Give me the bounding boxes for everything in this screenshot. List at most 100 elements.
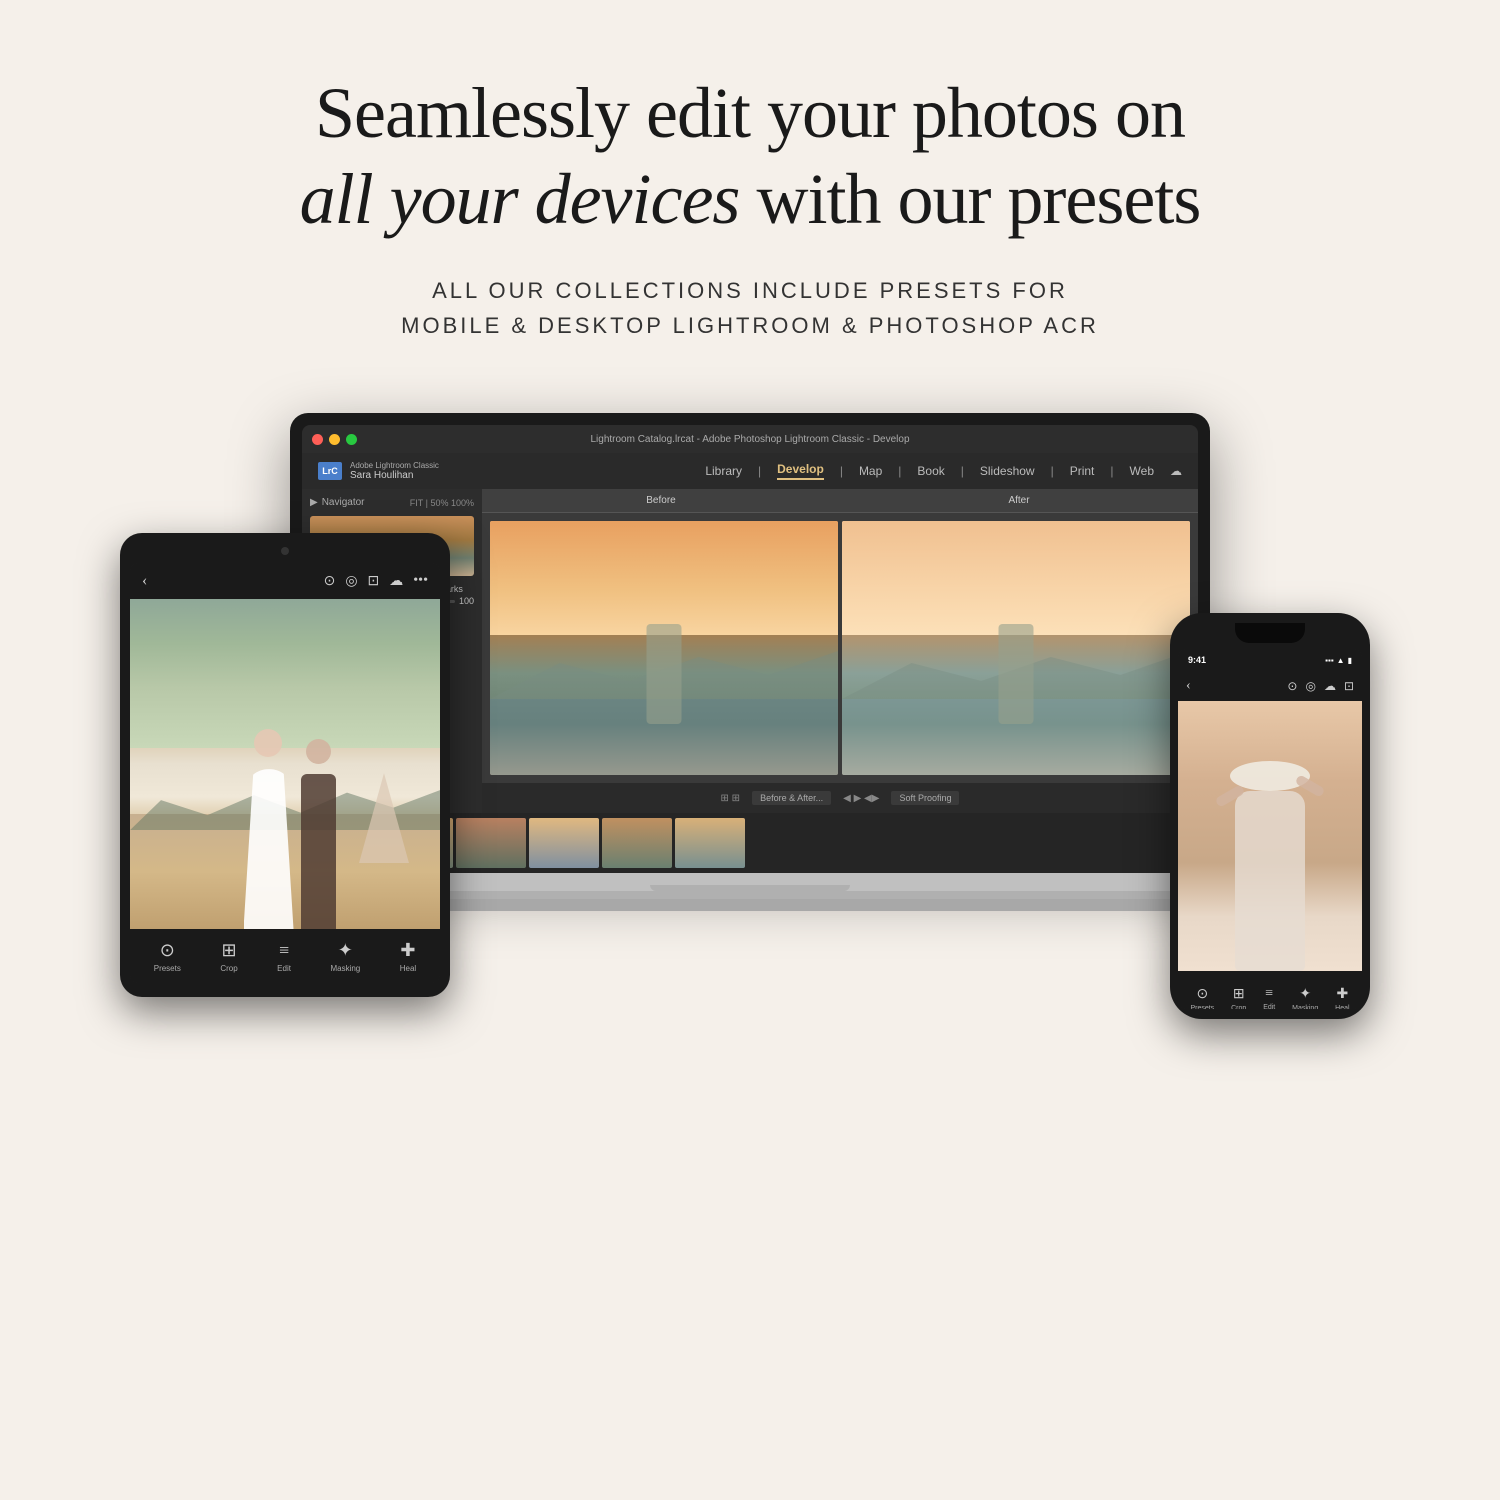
sky-before [490, 521, 838, 635]
laptop-titlebar: Lightroom Catalog.lrcat - Adobe Photosho… [302, 425, 1198, 453]
iphone-tool-crop[interactable]: ⊞ Crop [1231, 986, 1246, 1010]
lr-after-label: After [840, 489, 1198, 513]
lr-nav-develop[interactable]: Develop [777, 462, 824, 480]
iphone-photo-bg [1178, 701, 1362, 971]
ipad-more-icon[interactable]: ••• [413, 573, 428, 589]
groom-suit [301, 774, 336, 929]
lr-photo-before [490, 521, 838, 775]
ipad-app-toolbar: ⊙ Presets ⊞ Crop ≡ Edit ✦ Masking [130, 929, 440, 983]
lr-soft-proofing-btn[interactable]: Soft Proofing [891, 791, 959, 805]
filmstrip-thumb-6[interactable] [675, 818, 745, 868]
headline-section: Seamlessly edit your photos on all your … [300, 0, 1201, 413]
photo-figure-after [999, 624, 1034, 724]
groom-figure [301, 739, 341, 929]
headline-italic: all your devices [300, 159, 740, 239]
iphone-notch-area [1178, 623, 1362, 643]
iphone-top-icon-4[interactable]: ⊡ [1344, 679, 1354, 694]
iphone-screen: 9:41 ▪▪▪ ▲ ▮ ‹ ⊙ ◎ ☁ ⊡ [1178, 649, 1362, 1009]
lr-user: Adobe Lightroom Classic Sara Houlihan [350, 461, 439, 481]
lr-photos-row [482, 513, 1198, 783]
filmstrip-thumb-3[interactable] [456, 818, 526, 868]
ipad-tool-masking[interactable]: ✦ Masking [330, 940, 360, 973]
ipad-photo-bg [130, 599, 440, 929]
headline-line1: Seamlessly edit your photos on [300, 70, 1201, 156]
model-figure [1225, 751, 1315, 971]
ipad-camera-bar [130, 547, 440, 555]
lr-menubar: LrC Adobe Lightroom Classic Sara Houliha… [302, 453, 1198, 489]
iphone-app-toolbar: ⊙ Presets ⊞ Crop ≡ Edit ✦ Masking [1178, 971, 1362, 1009]
lr-before-after-header: Before After [482, 489, 1198, 513]
ipad-tool-crop[interactable]: ⊞ Crop [220, 940, 237, 973]
ipad-tool-heal[interactable]: ✚ Heal [400, 940, 416, 973]
subtitle: ALL OUR COLLECTIONS INCLUDE PRESETS FOR … [300, 273, 1201, 343]
lr-bottombar: ⊞ ⊞ Before & After... ◀ ▶ ◀▶ Soft Proofi… [482, 783, 1198, 813]
iphone-top-icon-3[interactable]: ☁ [1324, 679, 1336, 694]
ipad-cloud-icon[interactable]: ☁ [389, 573, 403, 590]
iphone-wifi-icon: ▲ [1337, 656, 1345, 665]
filmstrip-thumb-4[interactable] [529, 818, 599, 868]
lr-logo: LrC [318, 462, 342, 480]
lr-username: Sara Houlihan [350, 470, 439, 481]
ipad-tool-edit[interactable]: ≡ Edit [277, 940, 291, 973]
lr-logo-area: LrC Adobe Lightroom Classic Sara Houliha… [318, 461, 439, 481]
bride-head [254, 729, 282, 757]
lr-navigator-title: ▶ Navigator FIT | 50% 100% [310, 497, 474, 508]
iphone-tool-masking[interactable]: ✦ Masking [1292, 986, 1318, 1010]
iphone-status-bar: 9:41 ▪▪▪ ▲ ▮ [1178, 649, 1362, 671]
iphone-tool-edit[interactable]: ≡ Edit [1263, 986, 1275, 1009]
sky-after [842, 521, 1190, 635]
lr-photo-after [842, 521, 1190, 775]
lr-navigation: Library | Develop | Map | Book | Slidesh… [705, 462, 1182, 480]
iphone-signal-icon: ▪▪▪ [1325, 656, 1334, 665]
subtitle-line2: MOBILE & DESKTOP LIGHTROOM & PHOTOSHOP A… [401, 313, 1099, 338]
iphone-top-icon-1[interactable]: ⊙ [1287, 679, 1297, 694]
iphone-battery-icon: ▮ [1348, 656, 1352, 665]
ipad-camera [281, 547, 289, 555]
iphone-tool-heal[interactable]: ✚ Heal [1335, 986, 1349, 1010]
lr-nav-slideshow[interactable]: Slideshow [980, 464, 1035, 478]
lr-cloud-icon: ☁ [1170, 464, 1182, 478]
ipad-device: ‹ ⊙ ◎ ⊡ ☁ ••• [120, 533, 450, 997]
lr-nav-web[interactable]: Web [1130, 464, 1154, 478]
iphone-tool-presets[interactable]: ⊙ Presets [1190, 986, 1214, 1010]
lr-nav-book[interactable]: Book [917, 464, 944, 478]
photo-figure-before [647, 624, 682, 724]
ipad-tool-presets[interactable]: ⊙ Presets [154, 940, 181, 973]
window-minimize-dot [329, 434, 340, 445]
iphone-indicators: ▪▪▪ ▲ ▮ [1325, 656, 1352, 665]
iphone-photo-area [1178, 701, 1362, 971]
filmstrip-thumb-5[interactable] [602, 818, 672, 868]
lr-before-label: Before [482, 489, 840, 513]
ipad-camera-roll-icon[interactable]: ⊡ [368, 573, 380, 590]
lr-before-after-btn[interactable]: Before & After... [752, 791, 831, 805]
iphone-top-icon-2[interactable]: ◎ [1305, 679, 1315, 694]
lr-nav-map[interactable]: Map [859, 464, 882, 478]
ipad-photo-area [130, 599, 440, 929]
subtitle-line1: ALL OUR COLLECTIONS INCLUDE PRESETS FOR [432, 278, 1068, 303]
headline-line2: all your devices with our presets [300, 156, 1201, 242]
lr-main-photos: Before After [482, 489, 1198, 813]
ipad-back-button[interactable]: ‹ [142, 572, 147, 590]
groom-head [306, 739, 331, 764]
ipad-toolbar-icons: ⊙ ◎ ⊡ ☁ ••• [324, 573, 428, 590]
ipad-topbar: ‹ ⊙ ◎ ⊡ ☁ ••• [130, 563, 440, 599]
iphone-app-topbar: ‹ ⊙ ◎ ☁ ⊡ [1178, 671, 1362, 701]
window-maximize-dot [346, 434, 357, 445]
devices-container: Lightroom Catalog.lrcat - Adobe Photosho… [100, 413, 1400, 1363]
iphone-back-icon[interactable]: ‹ [1186, 678, 1191, 694]
ipad-settings-icon[interactable]: ⊙ [324, 573, 336, 590]
lr-nav-library[interactable]: Library [705, 464, 742, 478]
lr-nav-print[interactable]: Print [1070, 464, 1095, 478]
headline-normal: with our presets [739, 159, 1200, 239]
ipad-shell: ‹ ⊙ ◎ ⊡ ☁ ••• [120, 533, 450, 997]
window-close-dot [312, 434, 323, 445]
model-body [1235, 791, 1305, 971]
ipad-face-icon[interactable]: ◎ [345, 573, 357, 590]
iphone-top-icons: ⊙ ◎ ☁ ⊡ [1287, 679, 1354, 694]
iphone-time: 9:41 [1188, 655, 1206, 665]
headline-text-line1: Seamlessly edit your photos on [315, 73, 1185, 153]
bride-dress [244, 769, 294, 929]
titlebar-text: Lightroom Catalog.lrcat - Adobe Photosho… [590, 434, 909, 445]
iphone-device: 9:41 ▪▪▪ ▲ ▮ ‹ ⊙ ◎ ☁ ⊡ [1170, 613, 1370, 1019]
ipad-screen: ‹ ⊙ ◎ ⊡ ☁ ••• [130, 563, 440, 983]
